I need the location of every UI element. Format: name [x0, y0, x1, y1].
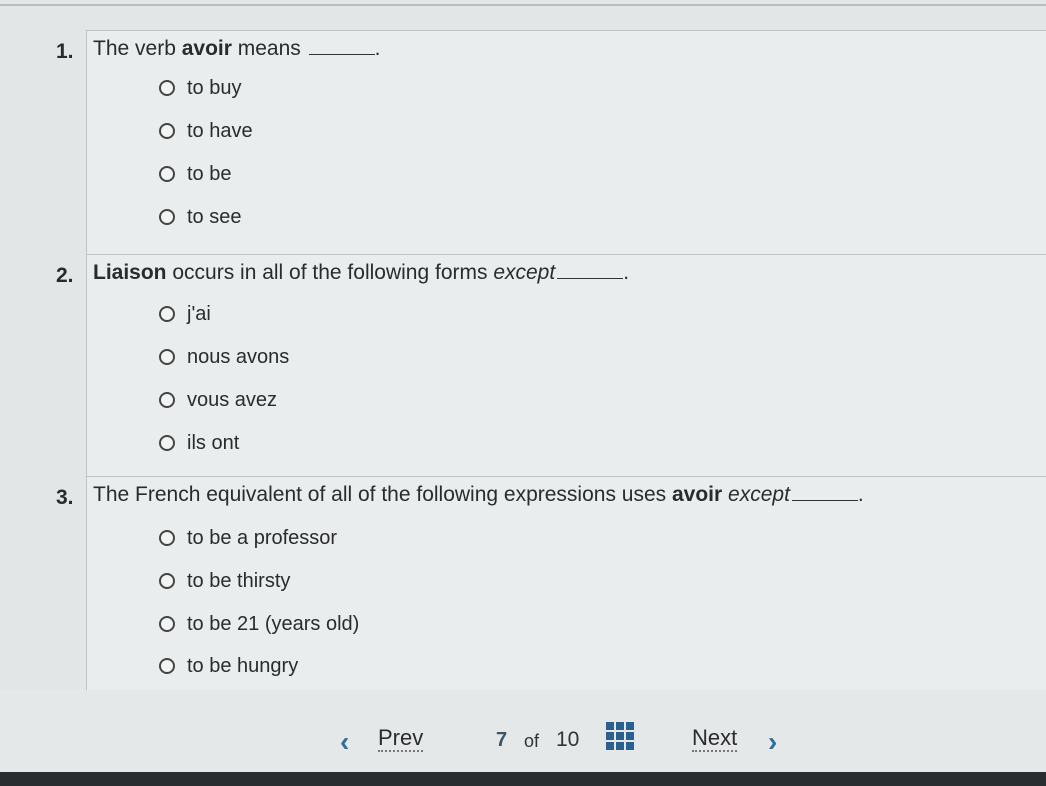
answer-blank: [557, 264, 624, 279]
question-stem: The verb avoir means .: [93, 37, 381, 60]
option-to-be-hungry[interactable]: to be hungry: [159, 653, 298, 679]
stem-text: The French equivalent of all of the foll…: [93, 483, 672, 506]
stem-text: occurs in all of the following forms: [166, 261, 494, 284]
radio-button[interactable]: [159, 392, 175, 408]
stem-text: means: [231, 37, 307, 60]
option-to-have[interactable]: to have: [159, 118, 253, 144]
radio-button[interactable]: [159, 349, 175, 365]
stem-italic: except: [493, 261, 556, 284]
radio-button[interactable]: [159, 166, 175, 182]
answer-blank: [791, 486, 858, 501]
question-2: 2. Liaison occurs in all of the followin…: [0, 254, 1046, 477]
question-3: 3. The French equivalent of all of the f…: [0, 476, 1046, 691]
stem-bold: avoir: [672, 483, 723, 506]
chevron-left-icon[interactable]: ‹: [340, 726, 349, 758]
question-number: 3.: [56, 486, 74, 509]
question-stem: Liaison occurs in all of the following f…: [93, 261, 630, 284]
radio-button[interactable]: [159, 80, 175, 96]
current-page: 7: [496, 729, 508, 751]
question-box: The French equivalent of all of the foll…: [86, 476, 1046, 691]
top-divider: [0, 4, 1046, 6]
question-number: 1.: [56, 40, 74, 63]
radio-button[interactable]: [159, 435, 175, 451]
option-vous-avez[interactable]: vous avez: [159, 387, 277, 413]
radio-button[interactable]: [159, 658, 175, 674]
grid-icon[interactable]: [606, 722, 634, 750]
question-1: 1. The verb avoir means . to buy to have…: [0, 30, 1046, 256]
option-to-be[interactable]: to be: [159, 161, 231, 187]
option-ils-ont[interactable]: ils ont: [159, 430, 239, 456]
radio-button[interactable]: [159, 123, 175, 139]
screen-bezel: [0, 772, 1046, 786]
radio-button[interactable]: [159, 530, 175, 546]
radio-button[interactable]: [159, 616, 175, 632]
option-to-be-21[interactable]: to be 21 (years old): [159, 611, 359, 637]
option-label: to be hungry: [187, 654, 299, 677]
total-pages: 10: [556, 728, 580, 751]
prev-button[interactable]: Prev: [378, 727, 424, 752]
option-label: to be thirsty: [187, 569, 291, 592]
option-to-see[interactable]: to see: [159, 204, 241, 230]
option-label: vous avez: [187, 388, 278, 411]
option-label: to be: [187, 162, 232, 185]
option-nous-avons[interactable]: nous avons: [159, 344, 289, 370]
radio-button[interactable]: [159, 573, 175, 589]
option-to-be-thirsty[interactable]: to be thirsty: [159, 568, 290, 594]
stem-text: The verb: [93, 37, 182, 60]
answer-blank: [308, 40, 375, 55]
option-label: to be a professor: [187, 526, 338, 549]
radio-button[interactable]: [159, 209, 175, 225]
option-to-buy[interactable]: to buy: [159, 75, 241, 101]
page-of-label: of: [524, 731, 540, 751]
next-button[interactable]: Next: [692, 727, 738, 752]
radio-button[interactable]: [159, 306, 175, 322]
option-label: j'ai: [187, 302, 211, 325]
option-label: ils ont: [187, 431, 240, 454]
question-box: Liaison occurs in all of the following f…: [86, 254, 1046, 477]
stem-bold: Liaison: [93, 261, 167, 284]
option-label: to be 21 (years old): [187, 612, 360, 635]
option-label: nous avons: [187, 345, 290, 368]
option-jai[interactable]: j'ai: [159, 301, 211, 327]
question-stem: The French equivalent of all of the foll…: [93, 483, 864, 506]
question-box: The verb avoir means . to buy to have to…: [86, 30, 1046, 255]
stem-italic: except: [728, 483, 790, 506]
option-to-be-a-professor[interactable]: to be a professor: [159, 525, 337, 551]
question-number: 2.: [56, 264, 74, 287]
stem-bold: avoir: [181, 37, 232, 60]
option-label: to buy: [187, 76, 242, 99]
option-label: to have: [187, 119, 253, 142]
option-label: to see: [187, 205, 242, 228]
chevron-right-icon[interactable]: ›: [768, 726, 777, 758]
